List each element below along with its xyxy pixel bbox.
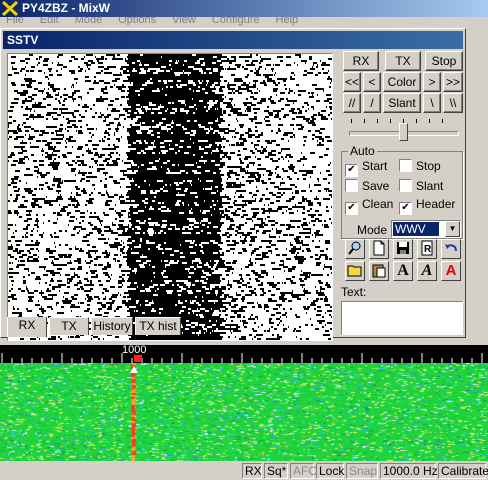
tx-button[interactable]: TX [385,51,421,71]
status-frequency[interactable]: 1000.0 Hz [380,463,438,479]
shift-left-fast-button[interactable]: << [343,72,361,92]
save-icon[interactable] [393,239,413,259]
stop-button[interactable]: Stop [425,51,463,71]
tab-history[interactable]: History [91,317,133,335]
menu-configure[interactable]: Configure [212,17,260,26]
auto-legend: Auto [348,144,377,158]
font-italic-icon[interactable]: A [417,261,437,281]
marker-triangle-icon [130,366,138,373]
ruler-ticks [1,353,483,363]
waterfall-display[interactable] [0,363,488,461]
auto-start-checkbox[interactable]: ✔ Start [345,159,388,177]
rx-button[interactable]: RX [343,51,379,71]
status-rx[interactable]: RX [242,463,262,479]
auto-stop-checkbox[interactable]: Stop [399,159,441,173]
slant-button[interactable]: Slant [383,93,421,113]
auto-clean-label: Clean [362,197,394,211]
auto-stop-box[interactable] [399,159,412,172]
tab-tx[interactable]: TX [49,317,89,335]
text-input[interactable] [341,301,463,335]
mixw-app-icon[interactable] [2,1,18,16]
auto-header-box[interactable]: ✔ [399,202,412,215]
status-lock[interactable]: Lock [316,463,344,479]
zoom-icon[interactable] [345,239,365,259]
paste-icon[interactable] [369,261,389,281]
auto-slant-box[interactable] [399,179,412,192]
adjust-slider[interactable] [347,119,459,143]
auto-save-box[interactable] [345,179,358,192]
menu-edit[interactable]: Edit [40,17,59,26]
auto-header-label: Header [416,197,456,211]
status-squelch[interactable]: Sq* [264,463,288,479]
tab-rx[interactable]: RX [7,317,47,337]
slider-thumb[interactable] [398,123,408,141]
window-title: PY4ZBZ - MixW [22,1,111,15]
slant-left-button[interactable]: / [363,93,381,113]
waterfall-canvas[interactable] [0,363,488,461]
shift-right-fast-button[interactable]: >> [443,72,463,92]
menu-mode[interactable]: Mode [75,17,103,26]
auto-start-label: Start [362,159,388,173]
frequency-ruler[interactable]: 1000 [0,344,488,363]
auto-save-label: Save [362,179,390,193]
text-label: Text: [341,285,367,299]
slant-right-button[interactable]: \ [423,93,441,113]
menu-options[interactable]: Options [118,17,156,26]
status-snap[interactable]: Snap [346,463,378,479]
auto-header-checkbox[interactable]: ✔ Header [399,197,456,215]
sstv-image-display[interactable] [7,53,333,341]
undo-icon[interactable] [441,239,461,259]
chevron-down-icon[interactable]: ▼ [445,221,460,237]
sstv-window: SSTV RX TX Stop << < Color > >> // / Sla… [0,28,466,341]
shift-left-button[interactable]: < [363,72,381,92]
new-file-icon[interactable] [369,239,389,259]
mode-select[interactable]: WWV ▼ [391,220,461,238]
shift-right-button[interactable]: > [423,72,441,92]
auto-save-checkbox[interactable]: Save [345,179,389,193]
color-button[interactable]: Color [383,72,421,92]
font-color-icon[interactable]: A [441,261,461,281]
auto-slant-label: Slant [416,179,444,193]
marker-flag-icon [134,355,142,362]
open-folder-icon[interactable] [345,261,365,281]
tab-tx-hist[interactable]: TX hist [135,317,181,335]
font-icon[interactable]: A [393,261,413,281]
auto-clean-box[interactable]: ✔ [345,202,358,215]
menu-file[interactable]: File [6,17,24,26]
status-bar: RX Sq* AFC Lock Snap 1000.0 Hz Calibrate [0,461,488,480]
report-icon[interactable]: R [417,239,437,259]
menu-help[interactable]: Help [276,17,299,26]
slant-left-fast-button[interactable]: // [343,93,361,113]
main-title-bar: PY4ZBZ - MixW [0,0,488,17]
sstv-received-image [8,54,332,340]
status-calibrate[interactable]: Calibrate [438,463,488,479]
slant-right-fast-button[interactable]: \\ [443,93,463,113]
sstv-title-bar: SSTV [3,31,463,49]
auto-slant-checkbox[interactable]: Slant [399,179,443,193]
auto-start-box[interactable]: ✔ [345,164,358,177]
menu-view[interactable]: View [172,17,196,26]
auto-clean-checkbox[interactable]: ✔ Clean [345,197,394,215]
mode-label: Mode [357,223,388,237]
auto-stop-label: Stop [416,159,441,173]
status-afc[interactable]: AFC [290,463,317,479]
mode-value: WWV [393,222,439,236]
